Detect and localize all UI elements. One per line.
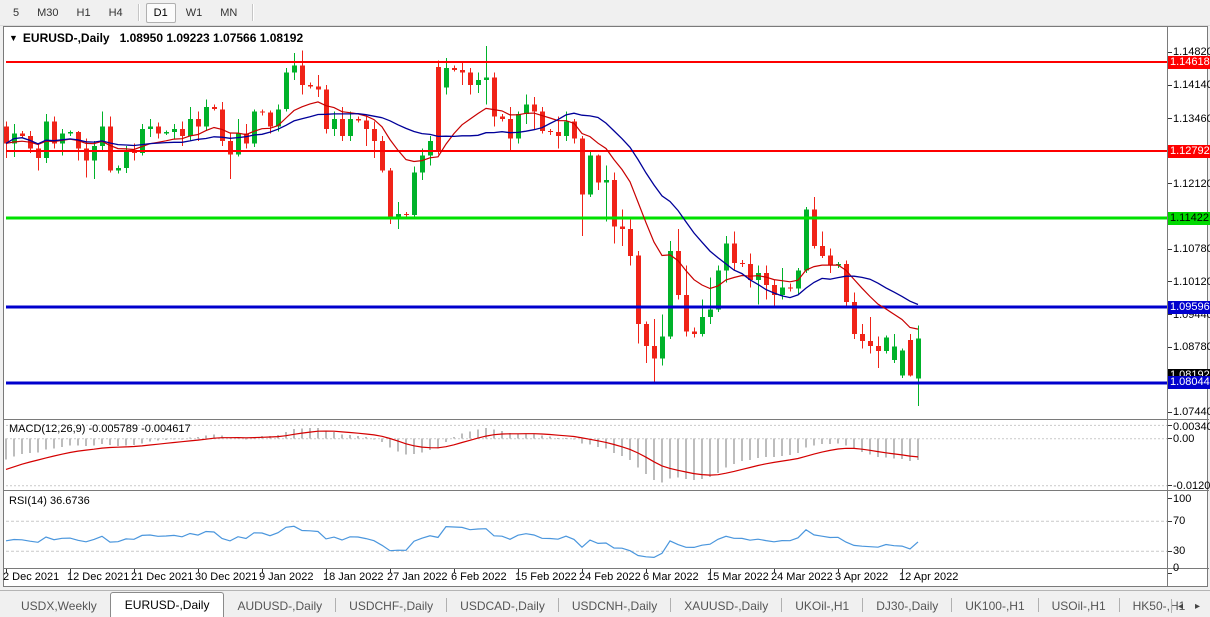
date-tick-label: 21 Dec 2021 xyxy=(131,571,193,583)
chart-ohlc-values: 1.08950 1.09223 1.07566 1.08192 xyxy=(120,31,304,45)
trading-app-window: 5M30H1H4D1W1MN ▼EURUSD-,Daily1.08950 1.0… xyxy=(0,0,1210,617)
price-tick-mark xyxy=(1168,249,1172,250)
price-tick-label: 1.13460 xyxy=(1173,113,1210,125)
price-tick-mark xyxy=(1168,412,1172,413)
macd-tick-label: 0.00 xyxy=(1173,433,1194,445)
macd-indicator-label: MACD(12,26,9) -0.005789 -0.004617 xyxy=(9,423,191,435)
date-tick-label: 18 Jan 2022 xyxy=(323,571,384,583)
price-level-badge[interactable]: 1.09596 xyxy=(1168,301,1210,314)
date-tick-label: 24 Mar 2022 xyxy=(771,571,833,583)
date-tick-label: 30 Dec 2021 xyxy=(195,571,257,583)
chart-symbol-label: EURUSD-,Daily xyxy=(23,31,110,45)
rsi-tick-mark xyxy=(1168,521,1172,522)
chart-dropdown-icon[interactable]: ▼ xyxy=(9,33,18,43)
rsi-tick-mark xyxy=(1168,551,1172,552)
price-tick-label: 1.10120 xyxy=(1173,276,1210,288)
price-tick-mark xyxy=(1168,314,1172,315)
price-tick-mark xyxy=(1168,347,1172,348)
macd-rsi-divider[interactable] xyxy=(4,490,1209,491)
price-level-badge[interactable]: 1.12792 xyxy=(1168,145,1210,158)
rsi-tick-mark xyxy=(1168,498,1172,499)
price-level-badge[interactable]: 1.11422 xyxy=(1168,212,1210,225)
price-level-badge[interactable]: 1.08044 xyxy=(1168,376,1210,389)
chart-title: ▼ EURUSD-,Daily 1.08950 1.09223 1.07566 1.… xyxy=(9,31,303,45)
macd-tick-label: 0.003408 xyxy=(1173,421,1210,433)
macd-tick-mark xyxy=(1168,485,1172,486)
rsi-indicator-label: RSI(14) 36.6736 xyxy=(9,495,90,507)
date-tick-label: 27 Jan 2022 xyxy=(387,571,448,583)
date-tick-label: 15 Feb 2022 xyxy=(515,571,577,583)
price-tick-label: 1.08780 xyxy=(1173,341,1210,353)
macd-tick-mark xyxy=(1168,438,1172,439)
rsi-tick-label: 30 xyxy=(1173,545,1185,557)
price-level-badge[interactable]: 1.14618 xyxy=(1168,56,1210,69)
date-tick-label: 15 Mar 2022 xyxy=(707,571,769,583)
chart-canvas[interactable] xyxy=(0,0,1210,617)
price-macd-divider[interactable] xyxy=(4,419,1209,420)
date-tick-label: 2 Dec 2021 xyxy=(3,571,59,583)
price-tick-mark xyxy=(1168,85,1172,86)
rsi-tick-label: 0 xyxy=(1173,562,1179,574)
date-tick-label: 12 Dec 2021 xyxy=(67,571,129,583)
price-tick-label: 1.12120 xyxy=(1173,178,1210,190)
price-tick-label: 1.10780 xyxy=(1173,243,1210,255)
date-tick-label: 6 Feb 2022 xyxy=(451,571,507,583)
date-tick-label: 3 Apr 2022 xyxy=(835,571,888,583)
rsi-tick-mark xyxy=(1168,573,1172,574)
date-tick-label: 12 Apr 2022 xyxy=(899,571,958,583)
rsi-tick-label: 100 xyxy=(1173,493,1191,505)
date-tick-label: 6 Mar 2022 xyxy=(643,571,699,583)
price-tick-mark xyxy=(1168,281,1172,282)
rsi-tick-label: 70 xyxy=(1173,515,1185,527)
macd-tick-mark xyxy=(1168,425,1172,426)
price-tick-label: 1.07440 xyxy=(1173,406,1210,418)
macd-tick-label: -0.012058 xyxy=(1173,480,1210,492)
date-tick-label: 24 Feb 2022 xyxy=(579,571,641,583)
price-tick-mark xyxy=(1168,52,1172,53)
date-tick-label: 9 Jan 2022 xyxy=(259,571,313,583)
price-tick-label: 1.14140 xyxy=(1173,79,1210,91)
price-tick-mark xyxy=(1168,118,1172,119)
price-tick-mark xyxy=(1168,183,1172,184)
rsi-dateaxis-divider xyxy=(4,568,1209,569)
